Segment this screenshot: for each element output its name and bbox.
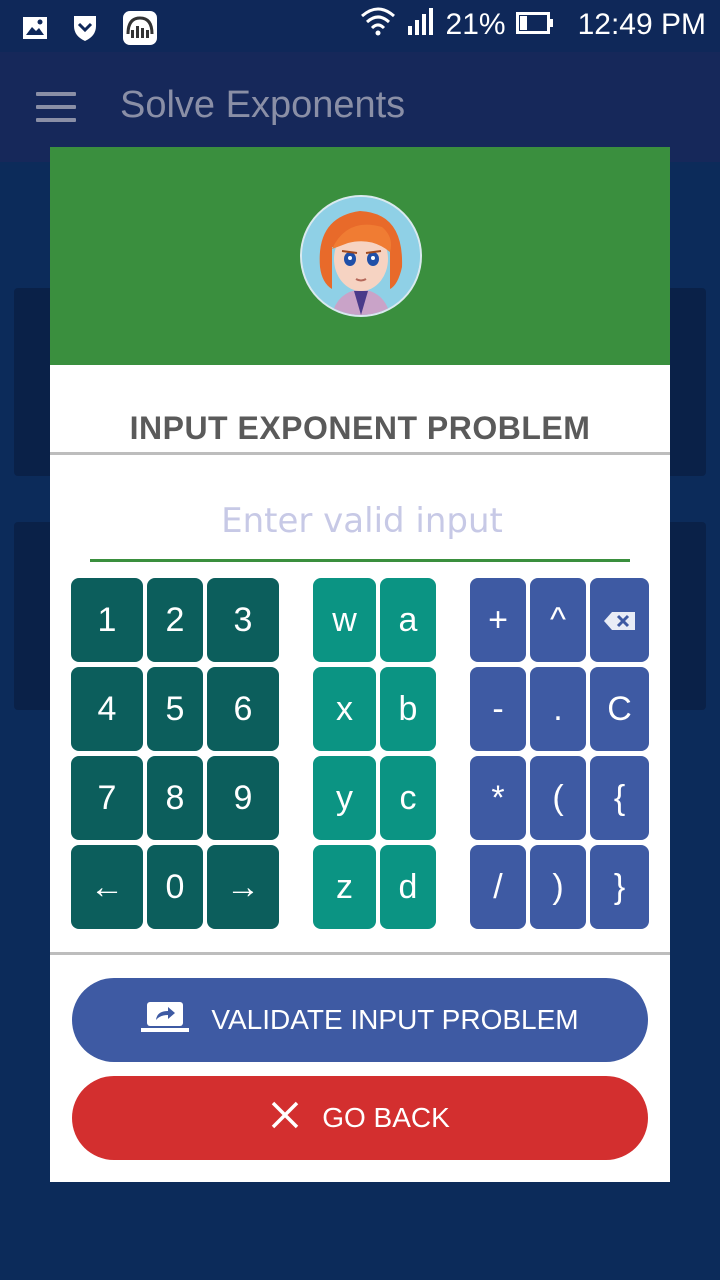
menu-icon[interactable] <box>36 92 76 122</box>
validate-button[interactable]: VALIDATE INPUT PROBLEM <box>72 978 648 1062</box>
key-minus[interactable]: - <box>470 667 526 751</box>
key-y[interactable]: y <box>313 756 376 840</box>
problem-input[interactable] <box>90 495 634 547</box>
share-screen-icon <box>141 1000 190 1041</box>
tutor-avatar <box>300 195 422 317</box>
key-1[interactable]: 1 <box>71 578 143 662</box>
key-close-paren[interactable]: ) <box>530 845 586 929</box>
wifi-icon <box>360 6 396 44</box>
clock: 12:49 PM <box>577 8 706 41</box>
key-6[interactable]: 6 <box>207 667 279 751</box>
key-x[interactable]: x <box>313 667 376 751</box>
shield-notification-icon <box>72 14 98 47</box>
input-underline <box>90 559 630 562</box>
signal-icon <box>406 6 436 44</box>
input-problem-dialog: INPUT EXPONENT PROBLEM 1 2 3 4 5 6 7 8 9… <box>50 147 670 1182</box>
key-close-brace[interactable]: } <box>590 845 649 929</box>
app-bar: Solve Exponents <box>0 52 720 162</box>
key-z[interactable]: z <box>313 845 376 929</box>
key-open-paren[interactable]: ( <box>530 756 586 840</box>
key-plus[interactable]: + <box>470 578 526 662</box>
key-divide[interactable]: / <box>470 845 526 929</box>
battery-icon <box>515 8 554 42</box>
key-0[interactable]: 0 <box>147 845 203 929</box>
image-notification-icon <box>22 16 48 45</box>
dialog-title: INPUT EXPONENT PROBLEM <box>129 410 591 446</box>
key-5[interactable]: 5 <box>147 667 203 751</box>
key-cursor-right[interactable]: → <box>207 845 279 929</box>
key-8[interactable]: 8 <box>147 756 203 840</box>
key-w[interactable]: w <box>313 578 376 662</box>
divider <box>50 452 670 455</box>
key-backspace[interactable] <box>590 578 649 662</box>
key-a[interactable]: a <box>380 578 436 662</box>
key-cursor-left[interactable]: ← <box>71 845 143 929</box>
key-multiply[interactable]: * <box>470 756 526 840</box>
key-open-brace[interactable]: { <box>590 756 649 840</box>
battery-percent: 21% <box>445 8 506 41</box>
key-clear[interactable]: C <box>590 667 649 751</box>
key-dot[interactable]: . <box>530 667 586 751</box>
key-3[interactable]: 3 <box>207 578 279 662</box>
status-bar: 21% 12:49 PM <box>0 0 720 52</box>
close-icon <box>270 1100 300 1137</box>
key-b[interactable]: b <box>380 667 436 751</box>
divider <box>50 952 670 955</box>
key-2[interactable]: 2 <box>147 578 203 662</box>
key-c[interactable]: c <box>380 756 436 840</box>
go-back-button[interactable]: GO BACK <box>72 1076 648 1160</box>
validate-button-label: VALIDATE INPUT PROBLEM <box>211 1004 579 1035</box>
app-title: Solve Exponents <box>120 84 406 126</box>
key-caret[interactable]: ^ <box>530 578 586 662</box>
key-d[interactable]: d <box>380 845 436 929</box>
music-app-notification-icon <box>122 10 158 51</box>
key-9[interactable]: 9 <box>207 756 279 840</box>
dialog-header <box>50 147 670 365</box>
key-7[interactable]: 7 <box>71 756 143 840</box>
key-4[interactable]: 4 <box>71 667 143 751</box>
go-back-button-label: GO BACK <box>322 1102 450 1133</box>
backspace-icon <box>603 601 637 640</box>
